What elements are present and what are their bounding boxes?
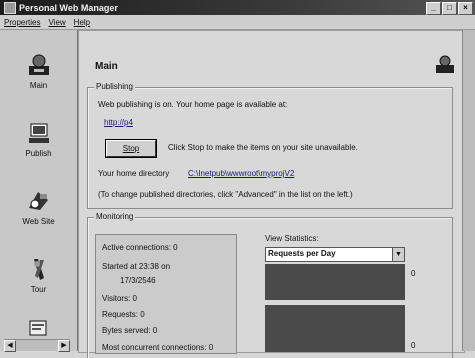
window-title: Personal Web Manager — [19, 2, 118, 13]
publishing-group: Publishing Web publishing is on. Your ho… — [87, 82, 453, 209]
page-title: Main — [95, 61, 118, 72]
main-pane: Main Publishing Web publishing is on. Yo… — [78, 30, 465, 358]
sidebar: Main Publish Web Site Tour ◀ ▶ — [0, 30, 78, 352]
publishing-legend: Publishing — [94, 82, 135, 91]
graph-bottom-value: 0 — [411, 341, 416, 350]
statistics-graph-bottom — [265, 305, 405, 352]
menu-help[interactable]: Help — [70, 18, 94, 27]
monitoring-stats-panel: Active connections: 0 Started at 23:38 o… — [95, 234, 237, 354]
main-icon — [436, 55, 454, 73]
title-bar: Personal Web Manager _ □ × — [0, 0, 475, 15]
publish-icon — [28, 123, 49, 143]
change-directories-note: (To change published directories, click … — [98, 190, 353, 199]
home-directory-label: Your home directory — [98, 169, 170, 178]
maximize-button[interactable]: □ — [442, 2, 457, 15]
main-icon — [28, 54, 49, 75]
requests-count: Requests: 0 — [102, 310, 145, 319]
monitoring-legend: Monitoring — [94, 212, 136, 221]
app-icon — [4, 1, 16, 14]
menu-properties[interactable]: Properties — [0, 18, 44, 27]
sidebar-scrollbar[interactable]: ◀ ▶ — [4, 339, 70, 352]
web-site-icon — [28, 192, 48, 210]
statistics-graph-top — [265, 264, 405, 300]
view-statistics-select[interactable]: Requests per Day ▼ — [265, 247, 405, 262]
visitors-count: Visitors: 0 — [102, 294, 137, 303]
minimize-button[interactable]: _ — [426, 2, 441, 15]
tour-icon — [33, 259, 44, 280]
view-statistics-label: View Statistics: — [265, 234, 319, 243]
home-page-link[interactable]: http://p4 — [104, 118, 133, 127]
stop-button[interactable]: Stop — [105, 139, 157, 158]
started-date: 17/3/2546 — [120, 276, 156, 285]
close-button[interactable]: × — [458, 2, 473, 15]
sidebar-item-main[interactable]: Main — [0, 52, 77, 90]
sidebar-item-web-site[interactable]: Web Site — [0, 188, 77, 226]
started-at: Started at 23:38 on — [102, 262, 171, 271]
sidebar-item-label: Main — [29, 81, 48, 90]
sidebar-item-label: Tour — [30, 285, 47, 294]
stop-hint: Click Stop to make the items on your sit… — [168, 143, 358, 152]
sidebar-item-label: Publish — [25, 149, 52, 158]
menu-view[interactable]: View — [44, 18, 69, 27]
bytes-served: Bytes served: 0 — [102, 326, 158, 335]
menu-bar: Properties View Help — [0, 15, 475, 30]
scroll-right-button[interactable]: ▶ — [58, 340, 70, 352]
graph-top-value: 0 — [411, 269, 416, 278]
active-connections: Active connections: 0 — [102, 243, 178, 252]
sidebar-item-publish[interactable]: Publish — [0, 120, 77, 158]
chevron-down-icon[interactable]: ▼ — [392, 248, 404, 261]
main-scrollbar[interactable] — [462, 30, 475, 351]
window-controls: _ □ × — [426, 2, 473, 15]
selected-statistic: Requests per Day — [268, 249, 336, 258]
home-directory-link[interactable]: C:\Inetpub\wwwroot\myprojV2 — [188, 169, 294, 178]
sidebar-item-label: Web Site — [22, 217, 55, 226]
scroll-left-button[interactable]: ◀ — [4, 340, 16, 352]
sidebar-item-tour[interactable]: Tour — [0, 256, 77, 294]
publishing-status-text: Web publishing is on. Your home page is … — [98, 100, 288, 109]
